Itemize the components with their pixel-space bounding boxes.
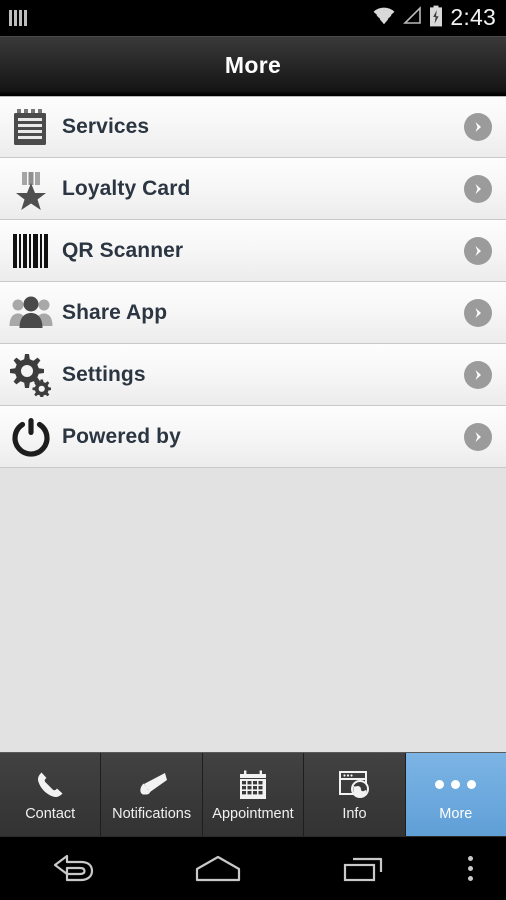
tab-label: Contact (25, 805, 76, 822)
medal-icon (0, 168, 62, 210)
barcode-icon (0, 232, 62, 270)
megaphone-icon (135, 768, 169, 802)
bottom-tab-bar: Contact Notifications Appointment Info M… (0, 752, 506, 836)
notepad-icon (0, 106, 62, 148)
status-bar-clock: 2:43 (450, 3, 496, 30)
barcode-icon (8, 9, 28, 27)
tab-label: Info (342, 805, 367, 822)
android-navigation-bar (0, 836, 506, 900)
tab-label: More (439, 805, 473, 822)
calendar-icon (237, 768, 269, 802)
chevron-right-icon[interactable] (450, 360, 506, 389)
chevron-right-icon[interactable] (450, 174, 506, 203)
list-item-label: Settings (62, 362, 146, 386)
more-menu-list: Services Loyalty Card QR Scanner Share A… (0, 96, 506, 468)
browser-globe-icon (338, 768, 370, 802)
list-item-qr-scanner[interactable]: QR Scanner (0, 220, 506, 282)
cellular-signal-icon (403, 6, 422, 30)
content-area: Services Loyalty Card QR Scanner Share A… (0, 96, 506, 752)
tab-info[interactable]: Info (304, 753, 406, 836)
back-icon[interactable] (0, 837, 145, 900)
people-icon (0, 295, 62, 331)
list-item-powered-by[interactable]: Powered by (0, 406, 506, 468)
list-item-label: Services (62, 115, 150, 138)
title-bar: More (0, 36, 506, 96)
status-bar-left (8, 9, 28, 27)
three-dots-icon (435, 768, 477, 802)
list-item-label: QR Scanner (62, 238, 184, 262)
tab-more[interactable]: More (405, 753, 506, 836)
chevron-right-icon[interactable] (450, 298, 506, 327)
list-item-label: Share App (62, 300, 168, 324)
recents-icon[interactable] (291, 837, 436, 900)
phone-screen: 2:43 More Services Loyalty Card QR Scann… (0, 0, 506, 900)
wifi-icon (372, 6, 396, 30)
overflow-menu-icon[interactable] (436, 837, 506, 900)
list-item-label: Powered by (62, 424, 181, 448)
chevron-right-icon[interactable] (450, 422, 506, 451)
tab-label: Appointment (212, 805, 294, 822)
chevron-right-icon[interactable] (450, 236, 506, 265)
list-item-loyalty-card[interactable]: Loyalty Card (0, 158, 506, 220)
chevron-right-icon[interactable] (450, 113, 506, 141)
tab-label: Notifications (112, 805, 192, 822)
list-item-label: Loyalty Card (62, 176, 191, 200)
status-bar: 2:43 (0, 0, 506, 36)
list-item-services[interactable]: Services (0, 96, 506, 158)
tab-appointment[interactable]: Appointment (202, 753, 305, 836)
page-title: More (224, 52, 282, 78)
status-bar-right: 2:43 (372, 5, 496, 32)
list-item-settings[interactable]: Settings (0, 344, 506, 406)
tab-contact[interactable]: Contact (0, 753, 102, 836)
power-icon (0, 416, 62, 458)
tab-notifications[interactable]: Notifications (101, 753, 203, 836)
list-item-share-app[interactable]: Share App (0, 282, 506, 344)
battery-charging-icon (429, 5, 443, 32)
gears-icon (0, 353, 62, 397)
phone-icon (34, 768, 66, 802)
home-icon[interactable] (145, 837, 290, 900)
